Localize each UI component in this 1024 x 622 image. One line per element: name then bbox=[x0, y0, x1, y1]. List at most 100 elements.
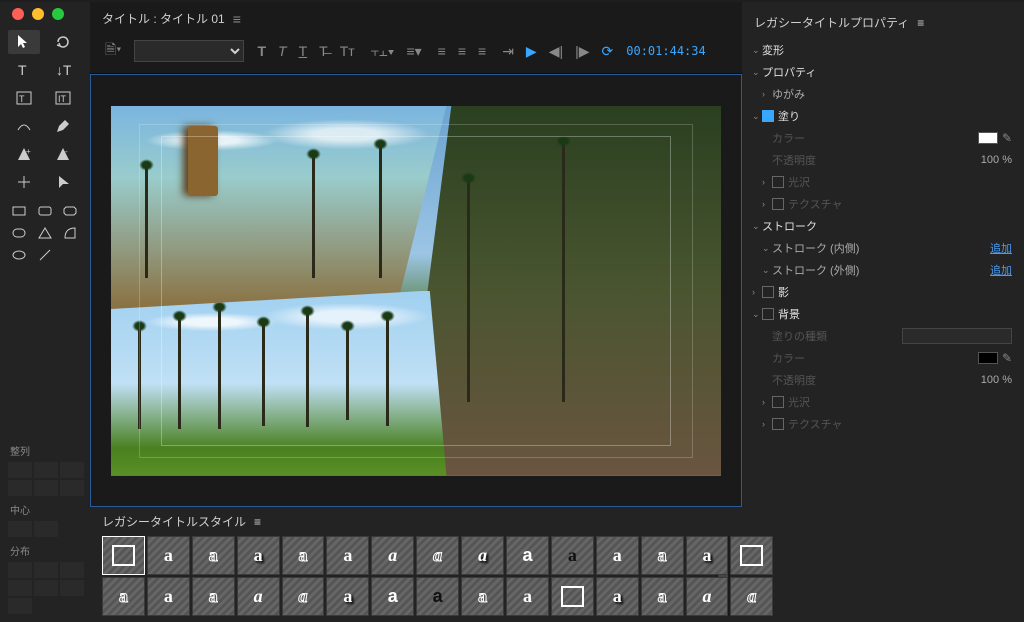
shadow-toggle[interactable]: › bbox=[752, 287, 762, 297]
style-swatch[interactable]: a bbox=[147, 536, 190, 575]
wedge-tool[interactable] bbox=[34, 224, 56, 242]
style-swatch[interactable]: a bbox=[102, 577, 145, 616]
close-window-button[interactable] bbox=[12, 8, 24, 20]
delete-anchor-tool[interactable]: - bbox=[47, 142, 79, 166]
next-frame-button[interactable]: |▶ bbox=[572, 41, 592, 62]
align-left[interactable] bbox=[8, 462, 32, 478]
distort-toggle[interactable]: › bbox=[762, 89, 772, 99]
align-right-text[interactable]: ≡ bbox=[475, 41, 489, 61]
bg-texture-checkbox[interactable] bbox=[772, 418, 784, 430]
rounded-rect-tool[interactable] bbox=[34, 202, 56, 220]
bg-sheen-checkbox[interactable] bbox=[772, 396, 784, 408]
bg-filltype-select[interactable] bbox=[902, 328, 1012, 344]
type-tool[interactable]: T bbox=[8, 58, 40, 82]
fill-eyedropper-icon[interactable]: ✎ bbox=[1002, 131, 1012, 145]
bg-texture-toggle[interactable]: › bbox=[762, 419, 772, 429]
center-v[interactable] bbox=[34, 521, 58, 537]
align-hcenter[interactable] bbox=[34, 462, 58, 478]
align-center-text[interactable]: ≡ bbox=[455, 41, 469, 61]
path-type-tool[interactable] bbox=[8, 114, 40, 138]
align-left-text[interactable]: ≡ bbox=[435, 41, 449, 61]
style-swatch[interactable]: a bbox=[686, 536, 729, 575]
style-swatch[interactable]: a bbox=[730, 577, 773, 616]
background-toggle[interactable]: ⌄ bbox=[752, 309, 762, 320]
underline-button[interactable]: T bbox=[296, 41, 311, 61]
properties-toggle[interactable]: ⌄ bbox=[752, 67, 762, 78]
dist-6[interactable] bbox=[60, 580, 84, 596]
small-caps-button[interactable]: Tᴛ bbox=[337, 41, 358, 61]
tab-button[interactable]: ⇥ bbox=[499, 41, 517, 62]
ellipse-tool[interactable] bbox=[8, 246, 30, 264]
style-swatch[interactable]: a bbox=[282, 577, 325, 616]
style-swatch[interactable]: a bbox=[237, 577, 280, 616]
stroke-toggle[interactable]: ⌄ bbox=[752, 221, 762, 232]
style-swatch[interactable]: a bbox=[326, 577, 369, 616]
shadow-checkbox[interactable] bbox=[762, 286, 774, 298]
prev-frame-button[interactable]: ◀| bbox=[546, 41, 566, 62]
stroke-outer-toggle[interactable]: ⌄ bbox=[762, 265, 772, 276]
fill-color-swatch[interactable] bbox=[978, 132, 998, 144]
dist-1[interactable] bbox=[8, 562, 32, 578]
style-swatch[interactable] bbox=[730, 536, 773, 575]
texture-checkbox[interactable] bbox=[772, 198, 784, 210]
selection-tool[interactable] bbox=[8, 30, 40, 54]
area-type-tool[interactable]: T bbox=[8, 86, 40, 110]
dist-7[interactable] bbox=[8, 598, 32, 614]
properties-panel-menu-icon[interactable]: ≡ bbox=[917, 16, 924, 30]
convert-anchor-tool[interactable] bbox=[8, 170, 40, 194]
background-checkbox[interactable] bbox=[762, 308, 774, 320]
rounded-rect-fill-tool[interactable] bbox=[8, 224, 30, 242]
style-swatch[interactable] bbox=[551, 577, 594, 616]
align-top[interactable] bbox=[8, 480, 32, 496]
clipped-rect-tool[interactable] bbox=[59, 202, 81, 220]
stroke-inner-toggle[interactable]: ⌄ bbox=[762, 243, 772, 254]
dist-3[interactable] bbox=[60, 562, 84, 578]
bold-button[interactable]: T bbox=[254, 41, 269, 61]
fill-opacity-value[interactable]: 100 % bbox=[981, 154, 1012, 166]
sheen-toggle[interactable]: › bbox=[762, 177, 772, 187]
rectangle-tool[interactable] bbox=[8, 202, 30, 220]
line-tool[interactable] bbox=[34, 246, 56, 264]
italic-button[interactable]: T bbox=[275, 41, 290, 61]
new-title-button[interactable]: 🗎▾ bbox=[102, 37, 124, 65]
style-swatch[interactable] bbox=[102, 536, 145, 575]
vertical-type-tool[interactable]: ↓T bbox=[47, 58, 79, 82]
style-swatch[interactable]: a bbox=[461, 577, 504, 616]
bg-color-swatch[interactable] bbox=[978, 352, 998, 364]
align-vcenter[interactable] bbox=[34, 480, 58, 496]
align-right[interactable] bbox=[60, 462, 84, 478]
style-swatch[interactable]: a bbox=[461, 536, 504, 575]
style-swatch[interactable]: a bbox=[237, 536, 280, 575]
style-swatch[interactable]: a bbox=[416, 577, 459, 616]
kerning-button[interactable]: ⫟⫠▾ bbox=[368, 41, 398, 62]
style-swatch[interactable]: a bbox=[596, 577, 639, 616]
align-bottom[interactable] bbox=[60, 480, 84, 496]
dist-5[interactable] bbox=[34, 580, 58, 596]
style-swatch[interactable]: a bbox=[506, 577, 549, 616]
sheen-checkbox[interactable] bbox=[772, 176, 784, 188]
style-swatch[interactable]: a bbox=[641, 536, 684, 575]
style-swatch[interactable]: a bbox=[192, 536, 235, 575]
texture-toggle[interactable]: › bbox=[762, 199, 772, 209]
style-swatch[interactable]: a bbox=[686, 577, 729, 616]
add-anchor-tool[interactable]: + bbox=[8, 142, 40, 166]
style-swatch[interactable]: a bbox=[551, 536, 594, 575]
bg-sheen-toggle[interactable]: › bbox=[762, 397, 772, 407]
dist-4[interactable] bbox=[8, 580, 32, 596]
transform-toggle[interactable]: ⌄ bbox=[752, 45, 762, 56]
pen-tool[interactable] bbox=[47, 114, 79, 138]
styles-panel-menu-icon[interactable]: ≡ bbox=[254, 515, 261, 529]
leading-button[interactable]: ≡▾ bbox=[403, 41, 424, 62]
fill-toggle[interactable]: ⌄ bbox=[752, 111, 762, 122]
rotate-tool[interactable] bbox=[47, 30, 79, 54]
anchor-select-tool[interactable] bbox=[47, 170, 79, 194]
arc-tool[interactable] bbox=[59, 224, 81, 242]
center-h[interactable] bbox=[8, 521, 32, 537]
dist-2[interactable] bbox=[34, 562, 58, 578]
vertical-area-type-tool[interactable]: IT bbox=[47, 86, 79, 110]
sync-button[interactable]: ⟳ bbox=[599, 41, 617, 62]
title-panel-menu-icon[interactable]: ≡ bbox=[233, 11, 241, 27]
style-swatch[interactable]: a bbox=[192, 577, 235, 616]
timecode-display[interactable]: 00:01:44:34 bbox=[626, 44, 705, 58]
stroke-inner-add-link[interactable]: 追加 bbox=[990, 240, 1012, 256]
